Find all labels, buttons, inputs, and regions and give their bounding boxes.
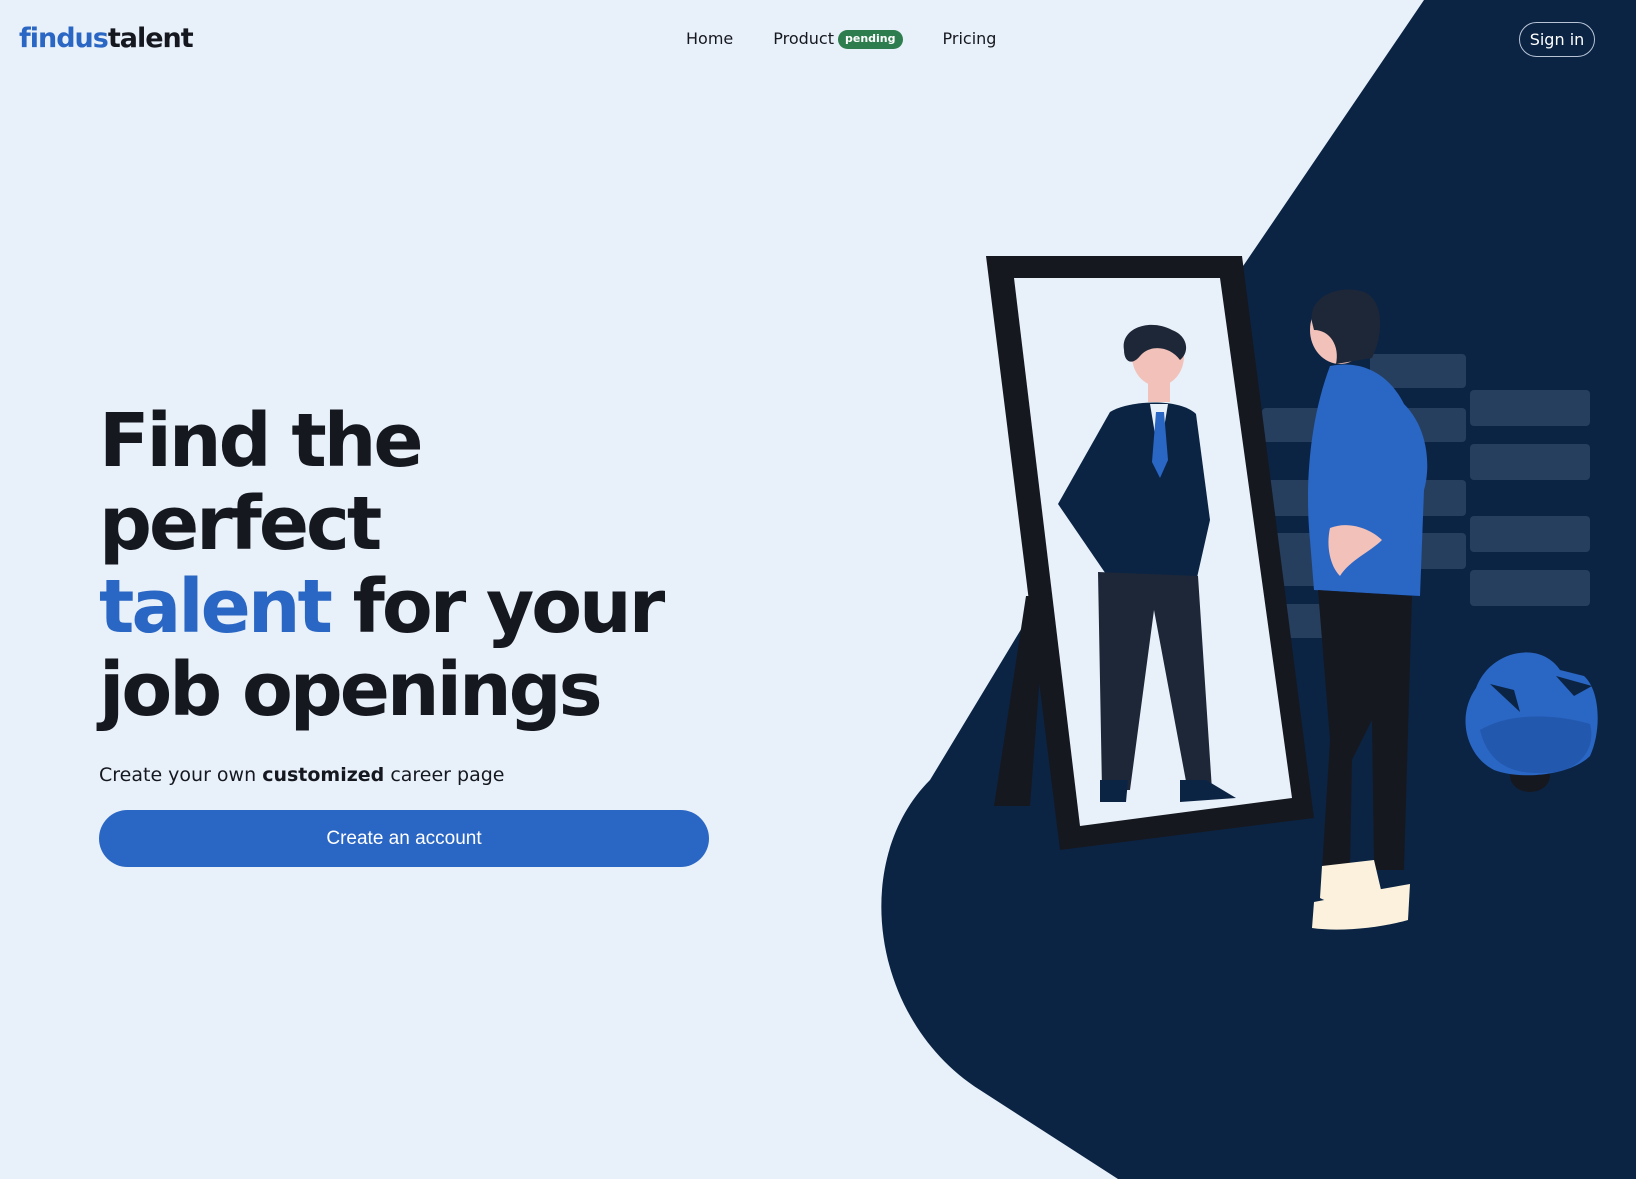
logo[interactable]: findustalent [19,21,194,57]
nav-home[interactable]: Home [686,28,733,50]
headline-line-2: for your [329,564,666,650]
hero-subline: Create your own customized career page [99,762,719,788]
headline-line-1: Find the perfect [99,398,424,567]
logo-text-findus: findus [19,23,109,54]
nav-product-label: Product [773,29,834,48]
subline-text-end: career page [384,764,505,786]
logo-text-talent: talent [107,23,194,54]
create-account-button[interactable]: Create an account [99,810,709,867]
hero-section: Find the perfect talent for your job ope… [99,400,719,867]
hero-headline: Find the perfect talent for your job ope… [99,400,719,732]
plant [1465,652,1598,792]
sign-in-button[interactable]: Sign in [1519,22,1595,57]
subline-text-start: Create your own [99,764,263,786]
subline-bold-word: customized [262,764,385,786]
headline-accent-word: talent [99,564,333,650]
person-looking-in-mirror-illustration [986,256,1598,930]
pending-badge: pending [838,29,903,49]
headline-line-3: job openings [99,647,603,733]
landing-page: findustalent Home Product pending Pricin… [0,0,1636,1179]
nav-pricing[interactable]: Pricing [943,28,997,50]
nav-product[interactable]: Product pending [773,28,903,50]
main-nav: Home Product pending Pricing [686,28,996,50]
